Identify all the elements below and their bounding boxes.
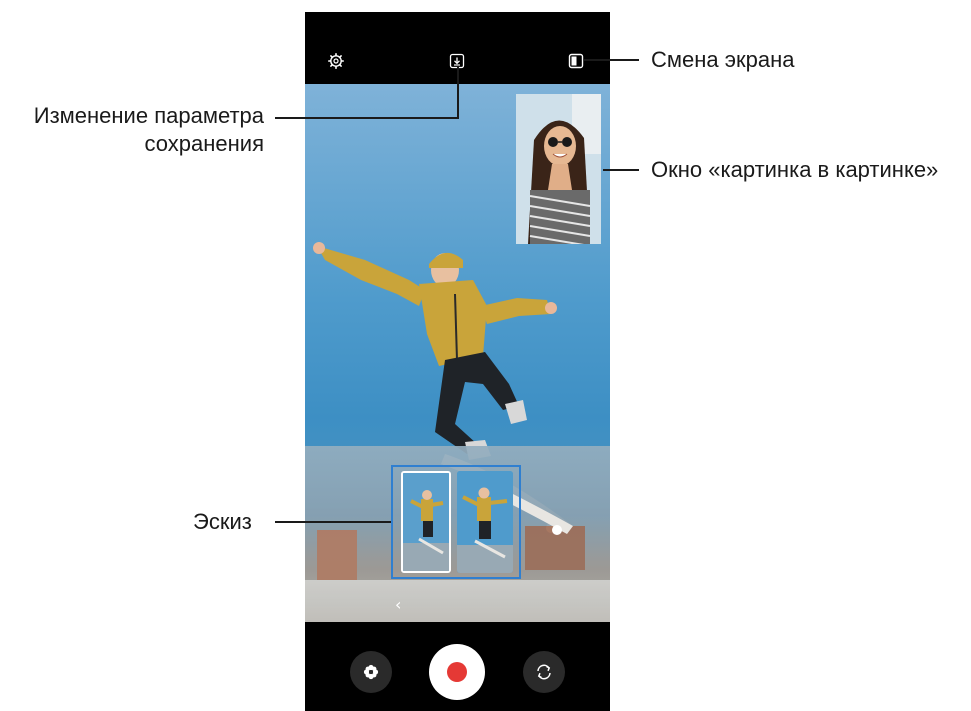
figure-canvas: ‹ Смена экрана Изменение параметра сохра… [0,0,971,711]
callout-pip-window: Окно «картинка в картинке» [651,157,939,182]
record-button[interactable] [429,644,485,700]
thumbnail-1[interactable] [401,471,451,573]
selfie-image [516,94,601,244]
callout-screen-switch: Смена экрана [651,47,795,72]
thumbnail-frame [391,465,521,579]
chevron-left-icon[interactable]: ‹ [395,597,401,613]
callout-save-option-line2: сохранения [144,131,264,156]
callout-line-screen-switch [584,59,639,61]
callout-line-save-vertical [457,66,459,119]
bottom-controls [305,622,610,711]
pip-window[interactable] [516,94,601,244]
callout-line-pip [603,169,639,171]
record-icon [447,662,467,682]
callout-line-save-horizontal [275,117,459,119]
callout-save-option-line1: Изменение параметра [33,103,264,128]
camera-switch-icon[interactable] [523,651,565,693]
gear-icon[interactable] [327,52,345,70]
flower-icon[interactable] [350,651,392,693]
camera-viewfinder: ‹ [305,84,610,622]
screen-switch-icon[interactable] [567,52,585,70]
thumbnail-2[interactable] [457,471,513,573]
callout-line-thumbnail [275,521,391,523]
callout-thumbnail: Эскиз [193,509,252,534]
